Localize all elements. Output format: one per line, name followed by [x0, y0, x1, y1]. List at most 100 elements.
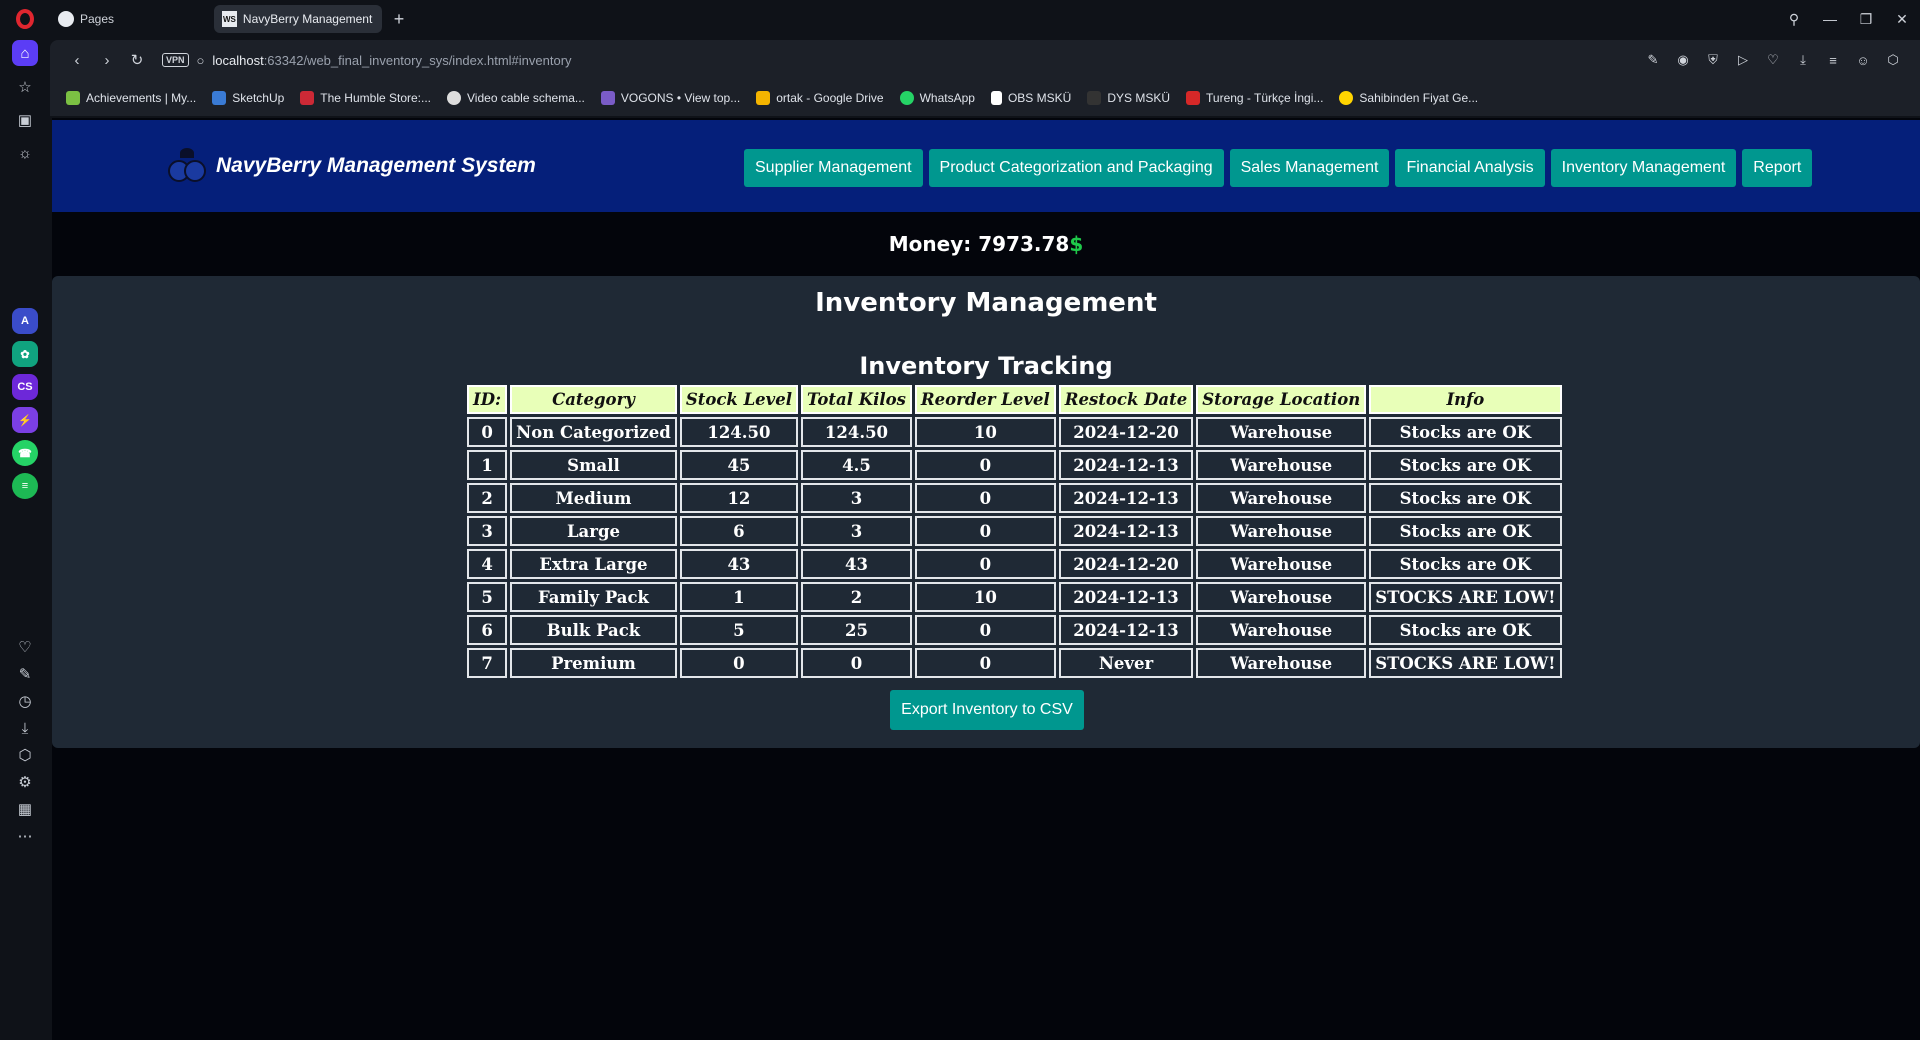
tab-label: NavyBerry Management S	[242, 12, 374, 26]
messenger-icon[interactable]: ⚡	[12, 407, 38, 433]
bookmark-google-drive[interactable]: ortak - Google Drive	[756, 91, 884, 105]
url-host: localhost	[212, 52, 264, 68]
bookmark-icon	[1186, 91, 1201, 105]
bookmark-video-cable[interactable]: Video cable schema...	[447, 91, 585, 105]
nav-report[interactable]: Report	[1742, 149, 1813, 187]
table-cell: 45	[679, 450, 799, 480]
new-tab-button[interactable]: +	[386, 6, 412, 32]
nav-inventory-management[interactable]: Inventory Management	[1550, 149, 1737, 187]
tab-navyberry[interactable]: WS NavyBerry Management S	[214, 5, 382, 33]
opera-logo-icon[interactable]	[0, 0, 50, 38]
cs-app-icon[interactable]: CS	[12, 374, 38, 400]
bookmark-label: OBS MSKÜ	[1007, 91, 1072, 105]
bookmark-icon	[447, 91, 462, 105]
vpn-badge[interactable]: VPN	[162, 53, 189, 67]
easy-setup-icon[interactable]: ≡	[1818, 53, 1848, 68]
aria-icon[interactable]: A	[12, 308, 38, 334]
settings-sun-icon[interactable]: ☼	[12, 140, 38, 166]
nav-financial-analysis[interactable]: Financial Analysis	[1395, 149, 1545, 187]
bookmark-dys-msku[interactable]: DYS MSKÜ	[1087, 91, 1170, 105]
inventory-table-body: 0 Non Categorized 124.50 124.50 10 2024-12-20…	[467, 417, 1562, 678]
edit-icon[interactable]: ✎	[1638, 52, 1668, 68]
wallpaper-icon[interactable]: ▦	[12, 796, 38, 822]
site-logo[interactable]: NavyBerry Management System	[168, 148, 536, 184]
table-row: 1 Small 45 4.5 0 2024-12-13 Warehouse Stocks ar…	[467, 450, 1562, 480]
table-cell: Warehouse	[1196, 450, 1367, 480]
nav-sales-management[interactable]: Sales Management	[1229, 149, 1390, 187]
bookmark-obs-msku[interactable]: OBS MSKÜ	[990, 91, 1072, 105]
bookmark-icon	[1087, 91, 1102, 105]
table-cell: 2024-12-13	[1058, 450, 1194, 480]
table-row: 2 Medium 12 3 0 2024-12-13 Warehouse Stocks are…	[467, 483, 1562, 513]
extensions-cube-icon[interactable]: ⬡	[1878, 52, 1908, 68]
bookmark-icon	[990, 91, 1002, 105]
more-icon[interactable]: ⋯	[12, 823, 38, 849]
table-cell: 0	[467, 417, 508, 447]
table-cell: Warehouse	[1196, 615, 1367, 645]
extensions-icon[interactable]: ⬡	[12, 742, 38, 768]
nav-product-categorization[interactable]: Product Categorization and Packaging	[928, 149, 1224, 187]
table-cell: Never	[1058, 648, 1194, 678]
whatsapp-icon[interactable]: ☎	[12, 440, 38, 466]
table-cell: Medium	[510, 483, 677, 513]
blueberry-icon	[168, 148, 208, 184]
bookmark-label: WhatsApp	[919, 91, 975, 105]
bookmark-vogons[interactable]: VOGONS • View top...	[600, 91, 740, 105]
shield-icon[interactable]: ⛨	[1698, 52, 1728, 68]
table-cell: 5	[679, 615, 799, 645]
gaming-icon[interactable]: ▣	[12, 107, 38, 133]
minimize-button[interactable]: —	[1812, 11, 1848, 27]
home-icon[interactable]: ⌂	[12, 40, 38, 66]
profile-icon[interactable]: ☺	[1848, 53, 1878, 68]
table-cell: 2	[801, 582, 912, 612]
bookmark-achievements[interactable]: Achievements | My...	[66, 91, 196, 105]
bookmark-icon	[212, 91, 227, 105]
nav-supplier-management[interactable]: Supplier Management	[744, 149, 923, 187]
chatgpt-icon[interactable]: ✿	[12, 341, 38, 367]
table-cell: 2024-12-13	[1058, 582, 1194, 612]
url-path: :63342/web_final_inventory_sys/index.htm…	[263, 52, 572, 68]
forward-icon[interactable]: ›	[92, 52, 122, 69]
download-icon[interactable]: ⤓	[1788, 52, 1818, 68]
url-field[interactable]: localhost:63342/web_final_inventory_sys/…	[212, 53, 571, 68]
site-header: NavyBerry Management System Supplier Man…	[52, 120, 1920, 212]
export-csv-button[interactable]: Export Inventory to CSV	[890, 690, 1084, 730]
pinboard-icon[interactable]: ✎	[12, 661, 38, 687]
heart-icon[interactable]: ♡	[1758, 52, 1788, 68]
table-cell: Non Categorized	[510, 417, 677, 447]
back-icon[interactable]: ‹	[62, 52, 92, 69]
bookmark-sahibinden[interactable]: Sahibinden Fiyat Ge...	[1339, 91, 1478, 105]
table-cell: 3	[801, 483, 912, 513]
close-button[interactable]: ✕	[1884, 11, 1920, 28]
search-tabs-icon[interactable]: ⚲	[1776, 11, 1812, 28]
camera-icon[interactable]: ◉	[1668, 52, 1698, 68]
table-cell: 43	[801, 549, 912, 579]
bookmark-whatsapp[interactable]: WhatsApp	[899, 91, 975, 105]
table-cell: 0	[914, 483, 1056, 513]
table-cell: 2024-12-13	[1058, 516, 1194, 546]
table-cell: Warehouse	[1196, 516, 1367, 546]
table-cell: 0	[801, 648, 912, 678]
reload-icon[interactable]: ↻	[122, 51, 152, 69]
bookmark-icon	[300, 91, 315, 105]
restore-button[interactable]: ❐	[1848, 11, 1884, 28]
section-title: Inventory Tracking	[859, 352, 1113, 380]
gear-icon[interactable]: ⚙	[12, 769, 38, 795]
spotify-icon[interactable]: ≡	[12, 473, 38, 499]
bookmark-icon	[1339, 91, 1354, 105]
table-cell: Small	[510, 450, 677, 480]
play-icon[interactable]: ▷	[1728, 52, 1758, 68]
table-cell: Stocks are OK	[1369, 549, 1562, 579]
heart-icon[interactable]: ♡	[12, 634, 38, 660]
bookmark-humble[interactable]: The Humble Store:...	[300, 91, 431, 105]
star-icon[interactable]: ☆	[12, 74, 38, 100]
bookmark-tureng[interactable]: Tureng - Türkçe İngi...	[1186, 91, 1323, 105]
address-bar: ‹ › ↻ VPN ○ localhost:63342/web_final_in…	[50, 40, 1920, 80]
column-header: Info	[1369, 385, 1562, 414]
tab-pages[interactable]: Pages	[50, 5, 210, 33]
history-icon[interactable]: ◷	[12, 688, 38, 714]
column-header: Category	[510, 385, 677, 414]
table-cell: 0	[679, 648, 799, 678]
downloads-icon[interactable]: ⤓	[12, 715, 38, 741]
bookmark-sketchup[interactable]: SketchUp	[212, 91, 284, 105]
